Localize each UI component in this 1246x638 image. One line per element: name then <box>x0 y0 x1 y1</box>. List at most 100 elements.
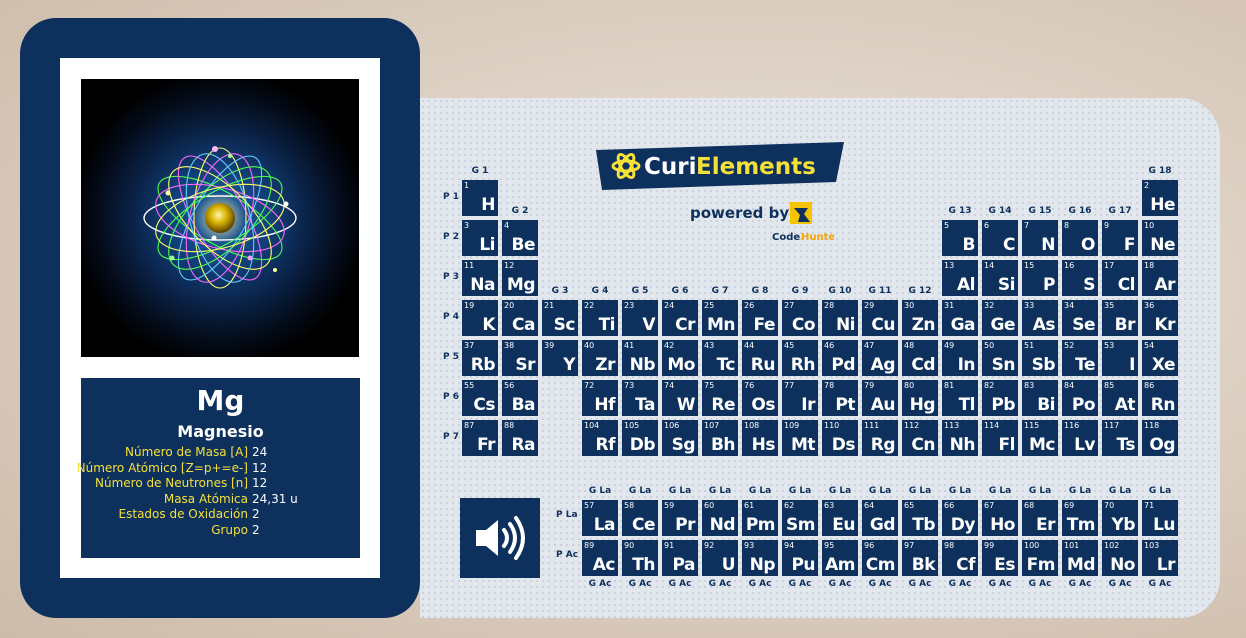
element-cell-rn[interactable]: 86 Rn <box>1142 380 1178 416</box>
element-cell-kr[interactable]: 36 Kr <box>1142 300 1178 336</box>
element-cell-tl[interactable]: 81 Tl <box>942 380 978 416</box>
element-cell-au[interactable]: 79 Au <box>862 380 898 416</box>
element-cell-cs[interactable]: 55 Cs <box>462 380 498 416</box>
element-cell-te[interactable]: 52 Te <box>1062 340 1098 376</box>
element-cell-w[interactable]: 74 W <box>662 380 698 416</box>
element-cell-pr[interactable]: 59 Pr <box>662 500 698 536</box>
element-cell-bk[interactable]: 97 Bk <box>902 540 938 576</box>
element-cell-sm[interactable]: 62 Sm <box>782 500 818 536</box>
element-cell-si[interactable]: 14 Si <box>982 260 1018 296</box>
element-cell-sg[interactable]: 106 Sg <box>662 420 698 456</box>
element-cell-tc[interactable]: 43 Tc <box>702 340 738 376</box>
element-cell-cu[interactable]: 29 Cu <box>862 300 898 336</box>
element-cell-br[interactable]: 35 Br <box>1102 300 1138 336</box>
element-cell-u[interactable]: 92 U <box>702 540 738 576</box>
element-cell-mt[interactable]: 109 Mt <box>782 420 818 456</box>
element-cell-ac[interactable]: 89 Ac <box>582 540 618 576</box>
element-cell-in[interactable]: 49 In <box>942 340 978 376</box>
element-cell-cf[interactable]: 98 Cf <box>942 540 978 576</box>
element-cell-li[interactable]: 3 Li <box>462 220 498 256</box>
element-cell-h[interactable]: 1H <box>462 180 498 216</box>
element-cell-nh[interactable]: 113 Nh <box>942 420 978 456</box>
element-cell-lr[interactable]: 103 Lr <box>1142 540 1178 576</box>
element-cell-zn[interactable]: 30 Zn <box>902 300 938 336</box>
element-cell-re[interactable]: 75 Re <box>702 380 738 416</box>
element-cell-ni[interactable]: 28 Ni <box>822 300 858 336</box>
element-cell-ir[interactable]: 77 Ir <box>782 380 818 416</box>
element-cell-c[interactable]: 6C <box>982 220 1018 256</box>
element-cell-cr[interactable]: 24 Cr <box>662 300 698 336</box>
element-cell-th[interactable]: 90 Th <box>622 540 658 576</box>
element-cell-pu[interactable]: 94 Pu <box>782 540 818 576</box>
element-cell-er[interactable]: 68 Er <box>1022 500 1058 536</box>
element-cell-la[interactable]: 57 La <box>582 500 618 536</box>
element-cell-hs[interactable]: 108 Hs <box>742 420 778 456</box>
element-cell-yb[interactable]: 70 Yb <box>1102 500 1138 536</box>
element-cell-co[interactable]: 27 Co <box>782 300 818 336</box>
element-cell-o[interactable]: 8O <box>1062 220 1098 256</box>
element-cell-bh[interactable]: 107 Bh <box>702 420 738 456</box>
element-cell-no[interactable]: 102 No <box>1102 540 1138 576</box>
element-cell-k[interactable]: 19 K <box>462 300 498 336</box>
element-cell-nd[interactable]: 60 Nd <box>702 500 738 536</box>
element-cell-pm[interactable]: 61 Pm <box>742 500 778 536</box>
element-cell-fr[interactable]: 87 Fr <box>462 420 498 456</box>
element-cell-es[interactable]: 99 Es <box>982 540 1018 576</box>
element-cell-hg[interactable]: 80 Hg <box>902 380 938 416</box>
element-cell-fm[interactable]: 100 Fm <box>1022 540 1058 576</box>
element-cell-rb[interactable]: 37 Rb <box>462 340 498 376</box>
element-cell-ti[interactable]: 22 Ti <box>582 300 618 336</box>
element-cell-rg[interactable]: 111 Rg <box>862 420 898 456</box>
element-cell-cn[interactable]: 112 Cn <box>902 420 938 456</box>
element-cell-mc[interactable]: 115 Mc <box>1022 420 1058 456</box>
element-cell-cd[interactable]: 48 Cd <box>902 340 938 376</box>
element-cell-og[interactable]: 118 Og <box>1142 420 1178 456</box>
sound-button[interactable] <box>460 498 540 578</box>
element-cell-at[interactable]: 85 At <box>1102 380 1138 416</box>
element-cell-pt[interactable]: 78 Pt <box>822 380 858 416</box>
element-cell-pd[interactable]: 46 Pd <box>822 340 858 376</box>
element-cell-ga[interactable]: 31 Ga <box>942 300 978 336</box>
element-cell-bi[interactable]: 83 Bi <box>1022 380 1058 416</box>
element-cell-eu[interactable]: 63 Eu <box>822 500 858 536</box>
element-cell-ru[interactable]: 44 Ru <box>742 340 778 376</box>
element-cell-sn[interactable]: 50 Sn <box>982 340 1018 376</box>
element-cell-fl[interactable]: 114 Fl <box>982 420 1018 456</box>
element-cell-ge[interactable]: 32 Ge <box>982 300 1018 336</box>
element-cell-se[interactable]: 34 Se <box>1062 300 1098 336</box>
element-cell-nb[interactable]: 41 Nb <box>622 340 658 376</box>
element-cell-tm[interactable]: 69 Tm <box>1062 500 1098 536</box>
element-cell-n[interactable]: 7N <box>1022 220 1058 256</box>
element-cell-rh[interactable]: 45 Rh <box>782 340 818 376</box>
element-cell-b[interactable]: 5B <box>942 220 978 256</box>
element-cell-fe[interactable]: 26 Fe <box>742 300 778 336</box>
element-cell-pa[interactable]: 91 Pa <box>662 540 698 576</box>
element-cell-sb[interactable]: 51 Sb <box>1022 340 1058 376</box>
element-cell-np[interactable]: 93 Np <box>742 540 778 576</box>
element-cell-ag[interactable]: 47 Ag <box>862 340 898 376</box>
element-cell-mo[interactable]: 42 Mo <box>662 340 698 376</box>
element-cell-db[interactable]: 105 Db <box>622 420 658 456</box>
element-cell-as[interactable]: 33 As <box>1022 300 1058 336</box>
element-cell-ho[interactable]: 67 Ho <box>982 500 1018 536</box>
element-cell-ce[interactable]: 58 Ce <box>622 500 658 536</box>
element-cell-tb[interactable]: 65 Tb <box>902 500 938 536</box>
element-cell-hf[interactable]: 72 Hf <box>582 380 618 416</box>
element-cell-mn[interactable]: 25 Mn <box>702 300 738 336</box>
element-cell-os[interactable]: 76 Os <box>742 380 778 416</box>
element-cell-po[interactable]: 84 Po <box>1062 380 1098 416</box>
element-cell-i[interactable]: 53 I <box>1102 340 1138 376</box>
element-cell-ds[interactable]: 110 Ds <box>822 420 858 456</box>
element-cell-p[interactable]: 15 P <box>1022 260 1058 296</box>
element-cell-rf[interactable]: 104 Rf <box>582 420 618 456</box>
element-cell-md[interactable]: 101 Md <box>1062 540 1098 576</box>
element-cell-na[interactable]: 11 Na <box>462 260 498 296</box>
element-cell-ta[interactable]: 73 Ta <box>622 380 658 416</box>
element-cell-pb[interactable]: 82 Pb <box>982 380 1018 416</box>
element-cell-xe[interactable]: 54 Xe <box>1142 340 1178 376</box>
element-cell-lu[interactable]: 71 Lu <box>1142 500 1178 536</box>
element-cell-be[interactable]: 4 Be <box>502 220 538 256</box>
element-cell-he[interactable]: 2 He <box>1142 180 1178 216</box>
element-cell-s[interactable]: 16 S <box>1062 260 1098 296</box>
element-cell-f[interactable]: 9F <box>1102 220 1138 256</box>
